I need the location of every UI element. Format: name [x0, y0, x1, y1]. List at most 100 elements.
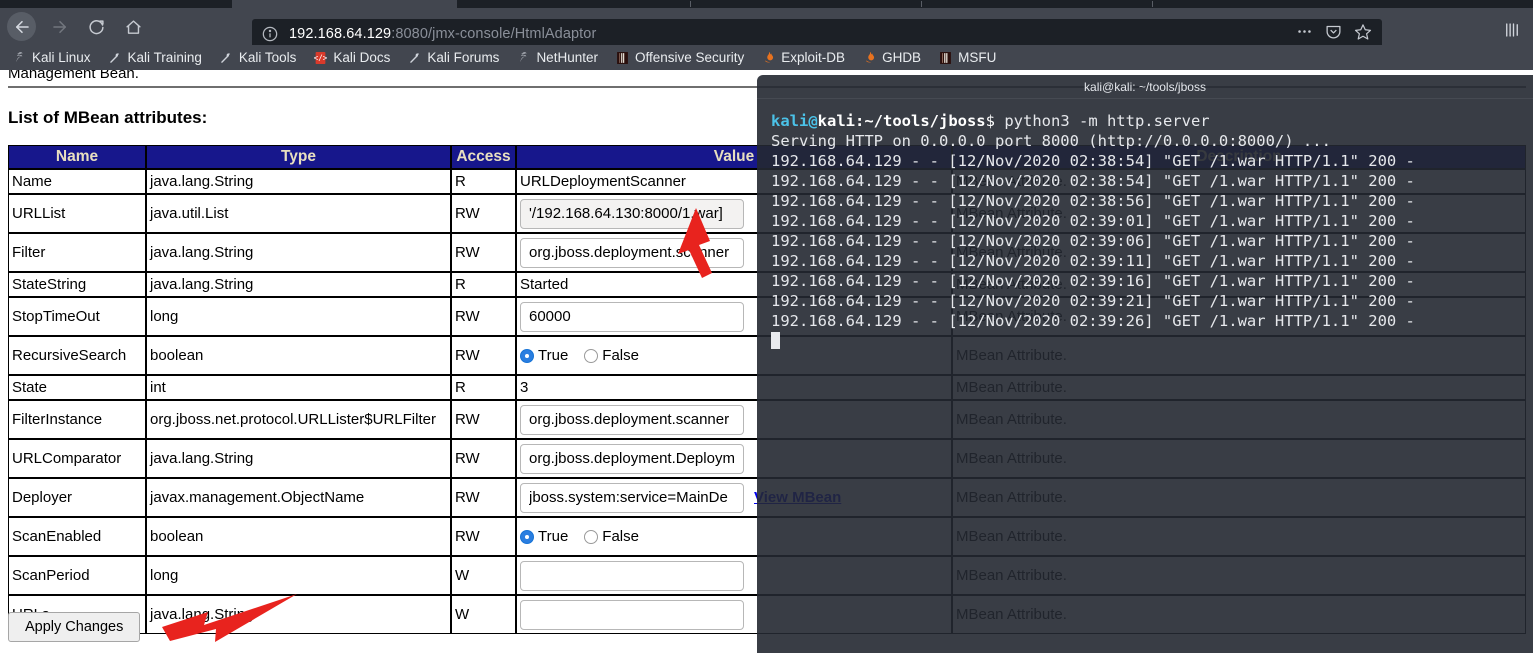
cell-attribute-name: URLList — [8, 194, 146, 233]
terminal-line: 192.168.64.129 - - [12/Nov/2020 02:39:11… — [771, 252, 1415, 270]
cell-attribute-type: org.jboss.net.protocol.URLLister$URLFilt… — [146, 400, 451, 439]
kali-dragon-icon — [12, 50, 27, 65]
url-text: 192.168.64.129:8080/jmx-console/HtmlAdap… — [289, 26, 596, 42]
radio-false[interactable] — [584, 529, 599, 544]
value-input-urllist[interactable] — [520, 198, 744, 229]
back-button[interactable] — [7, 12, 37, 42]
terminal-line: 192.168.64.129 - - [12/Nov/2020 02:39:26… — [771, 312, 1415, 330]
bookmark-kali-linux[interactable]: Kali Linux — [12, 50, 91, 65]
bookmark-label: Exploit-DB — [781, 49, 846, 65]
terminal-prompt-line: kali@kali:~/tools/jboss$ python3 -m http… — [771, 111, 1519, 131]
value-input-filter[interactable] — [520, 237, 744, 268]
cell-attribute-access: RW — [451, 439, 516, 478]
terminal-line: 192.168.64.129 - - [12/Nov/2020 02:39:16… — [771, 272, 1415, 290]
terminal-title: kali@kali: ~/tools/jboss — [1084, 79, 1206, 94]
cell-attribute-name: State — [8, 375, 146, 400]
site-info-icon[interactable] — [262, 26, 278, 42]
bookmark-label: Kali Docs — [333, 49, 391, 65]
terminal-title-bar[interactable]: kali@kali: ~/tools/jboss — [757, 75, 1533, 99]
screen: 192.168.64.129:8080/jmx-console/HtmlAdap… — [0, 0, 1533, 653]
radio-false[interactable] — [584, 348, 599, 363]
cell-attribute-name: RecursiveSearch — [8, 336, 146, 375]
cell-attribute-name: StateString — [8, 272, 146, 297]
forward-arrow-icon — [51, 18, 69, 36]
library-sidebar-icon[interactable] — [1503, 21, 1521, 44]
active-tab[interactable] — [232, 0, 457, 8]
browser-navigation-bar: 192.168.64.129:8080/jmx-console/HtmlAdap… — [0, 8, 1533, 49]
cell-attribute-name: Filter — [8, 233, 146, 272]
cell-attribute-access: RW — [451, 194, 516, 233]
cell-attribute-name: ScanPeriod — [8, 556, 146, 595]
terminal-line: 192.168.64.129 - - [12/Nov/2020 02:39:06… — [771, 232, 1415, 250]
terminal-prompt-symbol: $ — [985, 112, 1005, 130]
cell-attribute-access: RW — [451, 478, 516, 517]
home-icon — [125, 19, 142, 36]
bookmark-label: Offensive Security — [634, 49, 745, 65]
bookmark-label: NetHunter — [536, 49, 598, 65]
bookmark-kali-docs[interactable]: </> Kali Docs — [313, 50, 390, 65]
bookmark-kali-tools[interactable]: Kali Tools — [219, 49, 297, 65]
cell-attribute-type: boolean — [146, 336, 451, 375]
metasploit-icon — [938, 50, 953, 65]
pocket-icon[interactable] — [1325, 23, 1342, 45]
cell-attribute-access: RW — [451, 297, 516, 336]
bookmark-label: Kali Tools — [238, 49, 297, 65]
cell-attribute-access: R — [451, 375, 516, 400]
apply-changes-button[interactable]: Apply Changes — [8, 612, 141, 642]
cell-attribute-access: R — [451, 169, 516, 194]
radio-false-label: False — [602, 528, 639, 545]
flame-icon — [862, 50, 877, 65]
bookmark-ghdb[interactable]: GHDB — [862, 50, 921, 65]
flame-icon — [761, 50, 776, 65]
value-input-urlcomparator[interactable] — [520, 443, 744, 474]
home-button[interactable] — [118, 12, 148, 42]
value-input-filterinstance[interactable] — [520, 404, 744, 435]
bookmark-exploit-db[interactable]: Exploit-DB — [761, 50, 845, 65]
terminal-window[interactable]: kali@kali: ~/tools/jboss kali@kali:~/too… — [757, 75, 1533, 653]
radio-true[interactable] — [520, 529, 534, 544]
radio-false-label: False — [602, 347, 639, 364]
column-header-name: Name — [8, 145, 146, 169]
wrench-icon — [407, 50, 422, 65]
terminal-line: 192.168.64.129 - - [12/Nov/2020 02:38:56… — [771, 192, 1415, 210]
bookmark-label: Kali Forums — [427, 49, 500, 65]
forward-button[interactable] — [45, 12, 75, 42]
wrench-icon — [108, 50, 123, 65]
terminal-output[interactable]: kali@kali:~/tools/jboss$ python3 -m http… — [757, 99, 1533, 351]
value-input-deployer[interactable] — [520, 482, 744, 513]
cell-attribute-name: Name — [8, 169, 146, 194]
value-input-urls[interactable] — [520, 599, 744, 630]
radio-true-label: True — [538, 528, 569, 545]
bookmark-nethunter[interactable]: NetHunter — [516, 50, 598, 65]
page-title: List of MBean attributes: — [8, 108, 208, 127]
url-path: :8080/jmx-console/HtmlAdaptor — [391, 26, 597, 42]
page-actions-icon[interactable] — [1296, 23, 1313, 45]
bookmark-offensive-security[interactable]: Offensive Security — [615, 50, 744, 65]
cell-attribute-type: java.lang.String — [146, 233, 451, 272]
cell-attribute-type: java.lang.String — [146, 272, 451, 297]
radio-true[interactable] — [520, 348, 534, 363]
browser-tab-strip[interactable] — [0, 0, 1533, 8]
bookmark-kali-forums[interactable]: Kali Forums — [407, 50, 499, 65]
tab-separator — [921, 1, 922, 7]
column-header-type: Type — [146, 145, 451, 169]
bookmark-label: Kali Training — [127, 49, 202, 65]
reload-button[interactable] — [81, 12, 111, 42]
bookmark-msfu[interactable]: MSFU — [938, 50, 996, 65]
svg-text:</>: </> — [314, 53, 327, 62]
terminal-at: @ — [808, 112, 818, 130]
cell-attribute-type: java.lang.String — [146, 439, 451, 478]
bookmark-label: GHDB — [882, 49, 922, 65]
terminal-line: Serving HTTP on 0.0.0.0 port 8000 (http:… — [771, 132, 1331, 150]
value-input-scanperiod[interactable] — [520, 560, 744, 591]
clipped-description-text: Management Bean. — [8, 70, 139, 82]
cell-attribute-access: RW — [451, 517, 516, 556]
terminal-cursor — [771, 332, 780, 349]
tab-separator — [1152, 1, 1153, 7]
cell-attribute-type: java.lang.String — [146, 169, 451, 194]
terminal-cursor-line — [771, 331, 1519, 351]
terminal-line: 192.168.64.129 - - [12/Nov/2020 02:38:54… — [771, 172, 1415, 190]
bookmark-star-icon[interactable] — [1354, 23, 1372, 46]
bookmark-kali-training[interactable]: Kali Training — [108, 50, 202, 65]
value-input-stoptimeout[interactable] — [520, 301, 744, 332]
